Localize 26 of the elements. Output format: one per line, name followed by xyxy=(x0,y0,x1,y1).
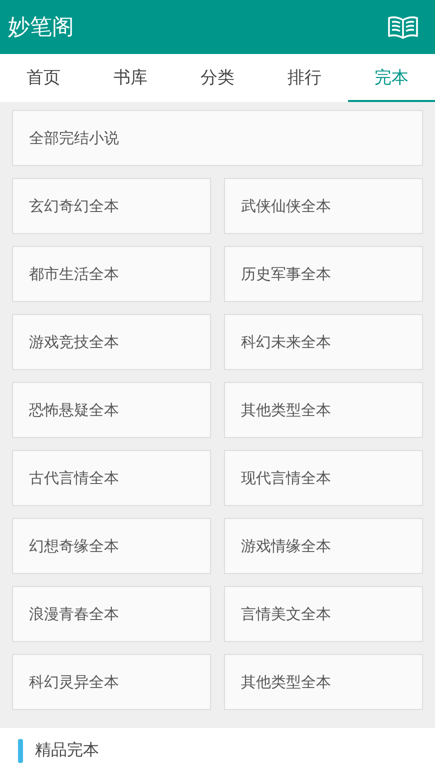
category-button[interactable]: 幻想奇缘全本 xyxy=(12,518,211,574)
category-button[interactable]: 言情美文全本 xyxy=(224,586,423,642)
category-button[interactable]: 其他类型全本 xyxy=(224,382,423,438)
accent-bar xyxy=(18,738,23,762)
section-title: 精品完本 xyxy=(35,740,99,761)
category-button[interactable]: 全部完结小说 xyxy=(12,110,423,166)
nav-tab[interactable]: 分类 xyxy=(174,54,261,102)
nav-tab[interactable]: 完本 xyxy=(348,54,435,102)
category-button[interactable]: 都市生活全本 xyxy=(12,246,211,302)
category-button[interactable]: 科幻未来全本 xyxy=(224,314,423,370)
book-icon[interactable] xyxy=(387,14,419,40)
app-title: 妙笔阁 xyxy=(8,14,74,42)
category-button[interactable]: 浪漫青春全本 xyxy=(12,586,211,642)
nav-tab[interactable]: 首页 xyxy=(0,54,87,102)
category-button[interactable]: 游戏竞技全本 xyxy=(12,314,211,370)
category-button[interactable]: 玄幻奇幻全本 xyxy=(12,178,211,234)
category-button[interactable]: 古代言情全本 xyxy=(12,450,211,506)
category-button[interactable]: 武侠仙侠全本 xyxy=(224,178,423,234)
category-button[interactable]: 现代言情全本 xyxy=(224,450,423,506)
nav-tab[interactable]: 排行 xyxy=(261,54,348,102)
category-button[interactable]: 其他类型全本 xyxy=(224,654,423,710)
category-button[interactable]: 恐怖悬疑全本 xyxy=(12,382,211,438)
category-button[interactable]: 科幻灵异全本 xyxy=(12,654,211,710)
category-button[interactable]: 历史军事全本 xyxy=(224,246,423,302)
category-button[interactable]: 游戏情缘全本 xyxy=(224,518,423,574)
nav-tab[interactable]: 书库 xyxy=(87,54,174,102)
